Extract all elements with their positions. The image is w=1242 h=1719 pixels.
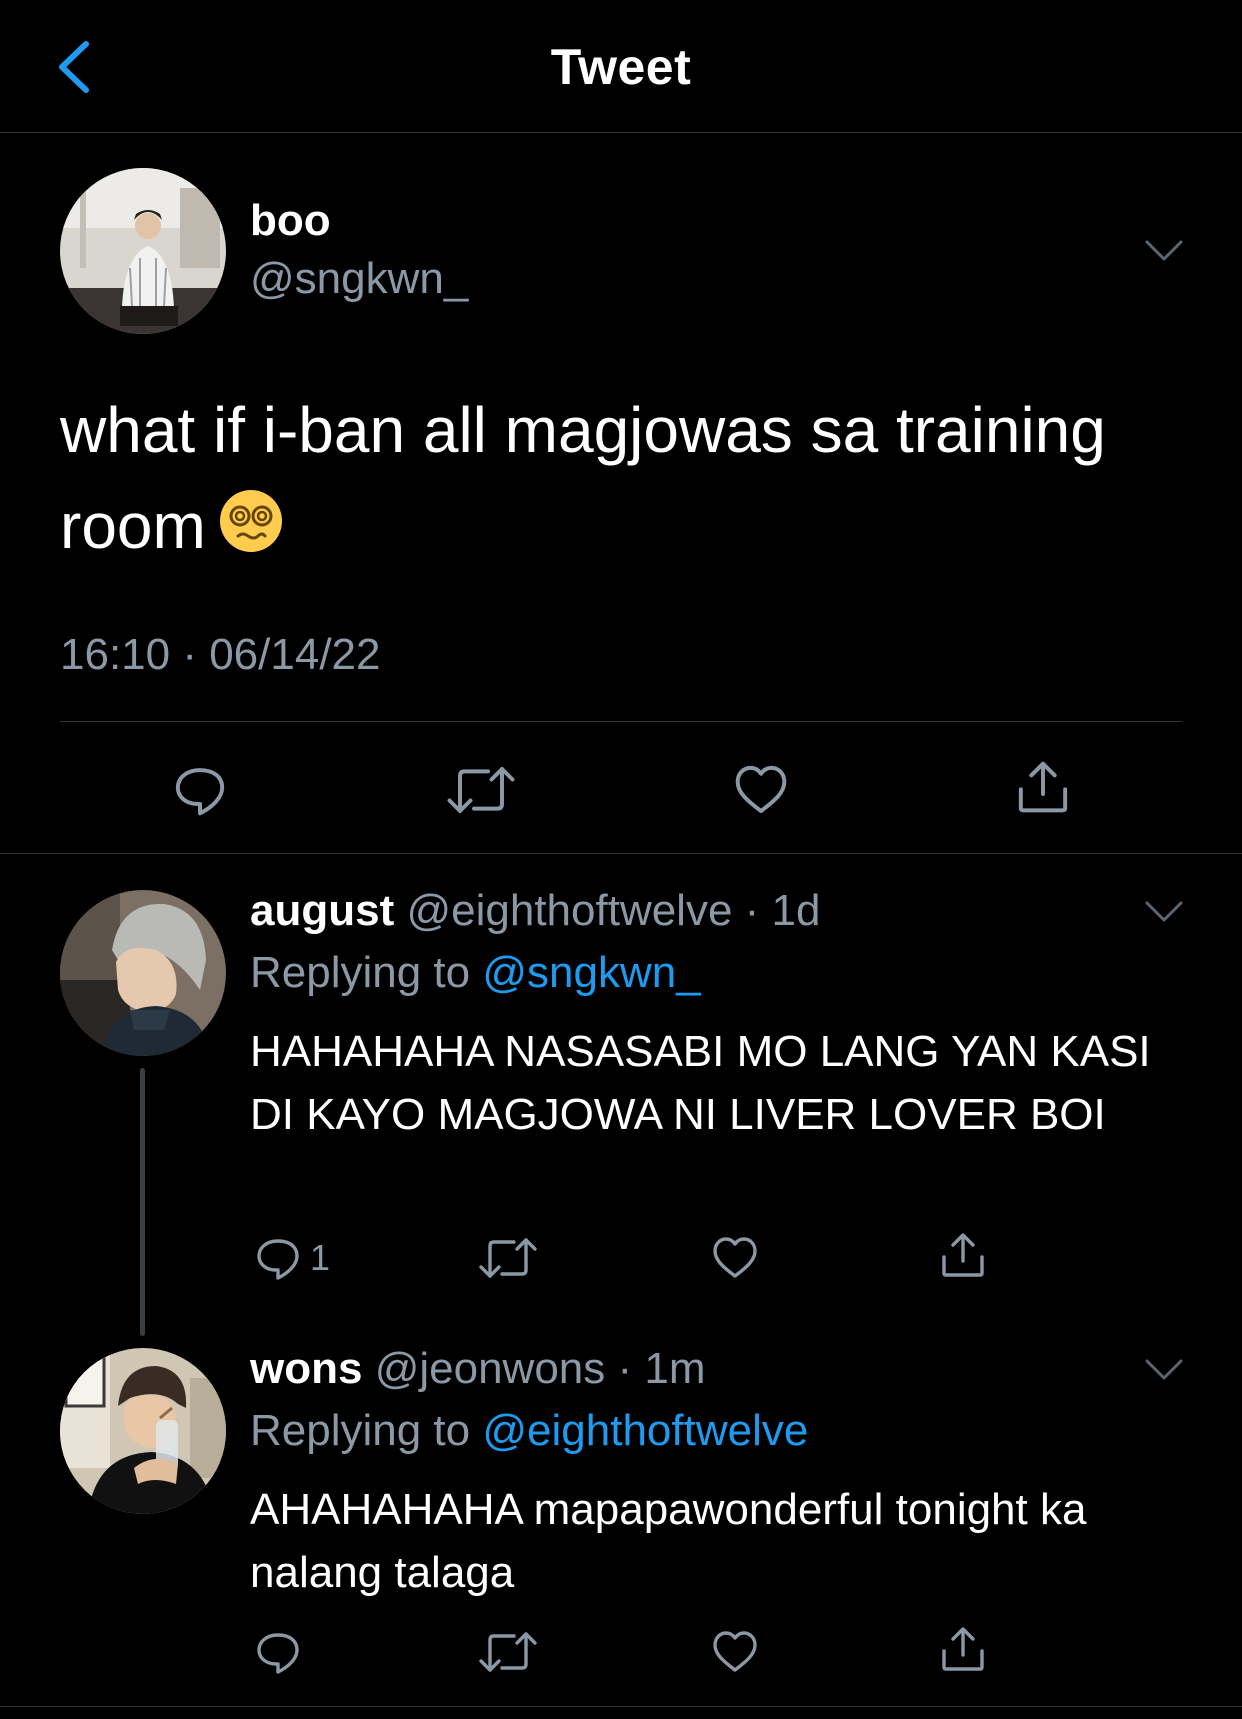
main-retweet-button[interactable] — [446, 762, 516, 818]
main-reply-button[interactable] — [172, 762, 228, 818]
retweet-icon — [478, 1234, 538, 1282]
chevron-down-icon — [1144, 238, 1184, 264]
share-upload-icon — [939, 1625, 987, 1673]
retweet-icon — [478, 1628, 538, 1676]
heart-icon — [711, 1628, 759, 1676]
heart-icon — [711, 1234, 759, 1282]
divider — [0, 853, 1242, 854]
reply-header: august @eighthoftwelve · 1d — [250, 886, 821, 936]
top-nav-bar: Tweet — [0, 0, 1242, 133]
replying-to-label: Replying to — [250, 1406, 471, 1455]
speech-bubble-icon — [172, 762, 228, 818]
reply-more-button[interactable] — [1144, 899, 1184, 925]
reply-share-button[interactable] — [939, 1231, 987, 1279]
avatar-reply-author[interactable] — [60, 1348, 226, 1514]
reply-tweet-text: AHAHAHAHA mapapawonderful tonight ka nal… — [250, 1485, 1087, 1597]
page-title: Tweet — [550, 39, 692, 95]
main-like-button[interactable] — [733, 762, 789, 818]
reply-reply-button[interactable] — [254, 1628, 302, 1676]
replying-to-mention[interactable]: @sngkwn_ — [482, 948, 700, 997]
divider — [60, 721, 1182, 722]
reply-count: 1 — [310, 1237, 331, 1278]
dizzy-face-emoji-icon — [219, 490, 282, 552]
retweet-icon — [446, 762, 516, 818]
avatar-reply-author[interactable] — [60, 890, 226, 1056]
chevron-down-icon — [1144, 899, 1184, 925]
heart-icon — [733, 762, 789, 818]
replying-to-label: Replying to — [250, 948, 471, 997]
reply-reply-button[interactable]: 1 — [254, 1234, 330, 1282]
reply-author-handle[interactable]: @eighthoftwelve — [406, 886, 732, 935]
main-share-button[interactable] — [1015, 759, 1071, 815]
thread-connector-line — [140, 1068, 145, 1336]
reply-author-handle[interactable]: @jeonwons — [375, 1344, 606, 1393]
main-tweet-text: what if i-ban all magjowas sa training r… — [60, 382, 1190, 574]
tweet-timestamp: 16:10 · 06/14/22 — [60, 630, 381, 679]
reply-like-button[interactable] — [711, 1628, 759, 1676]
divider — [0, 1706, 1242, 1707]
reply-author-name[interactable]: august — [250, 886, 394, 935]
main-tweet-more-button[interactable] — [1144, 238, 1184, 264]
replying-to-mention[interactable]: @eighthoftwelve — [482, 1406, 808, 1455]
main-author-handle[interactable]: @sngkwn_ — [250, 254, 468, 304]
share-upload-icon — [1015, 759, 1071, 815]
reply-time: · 1d — [744, 886, 821, 935]
share-upload-icon — [939, 1231, 987, 1279]
reply-header: wons @jeonwons · 1m — [250, 1344, 706, 1394]
avatar-main-author[interactable] — [60, 168, 226, 334]
reply-author-name[interactable]: wons — [250, 1344, 362, 1393]
reply-like-button[interactable] — [711, 1234, 759, 1282]
reply-share-button[interactable] — [939, 1625, 987, 1673]
reply-tweet-text: HAHAHAHA NASASABI MO LANG YAN KASI DI KA… — [250, 1027, 1151, 1139]
main-author-name[interactable]: boo — [250, 196, 331, 246]
speech-bubble-icon — [254, 1628, 302, 1676]
speech-bubble-icon — [254, 1234, 302, 1282]
replying-to-line: Replying to @sngkwn_ — [250, 948, 701, 998]
reply-retweet-button[interactable] — [478, 1628, 538, 1676]
chevron-down-icon — [1144, 1357, 1184, 1383]
replying-to-line: Replying to @eighthoftwelve — [250, 1406, 808, 1456]
reply-more-button[interactable] — [1144, 1357, 1184, 1383]
reply-time: · 1m — [617, 1344, 706, 1393]
reply-retweet-button[interactable] — [478, 1234, 538, 1282]
